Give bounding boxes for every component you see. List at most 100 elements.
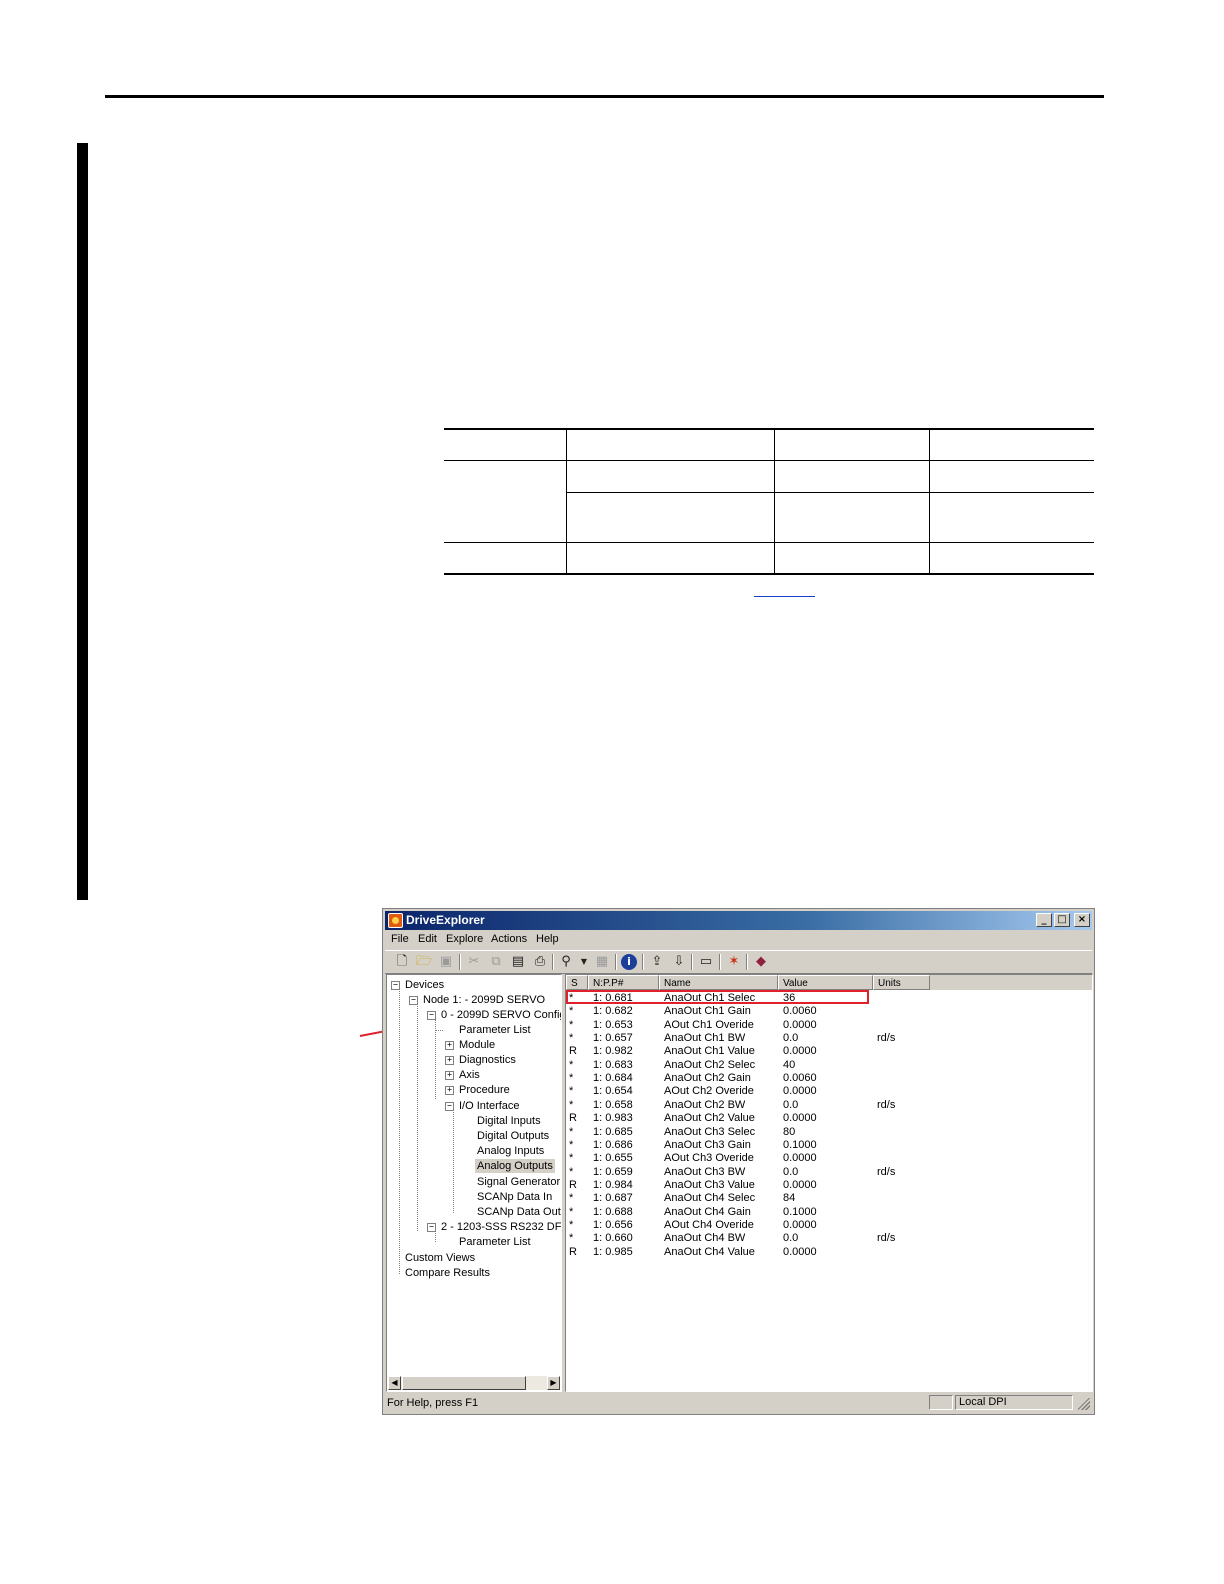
table-row[interactable]: * 1: 0.685 AnaOut Ch3 Selec 80 bbox=[566, 1126, 1092, 1139]
tree-item-signal-generator[interactable]: Signal Generator bbox=[477, 1175, 560, 1189]
tree-item-axis[interactable]: + Axis bbox=[445, 1068, 480, 1082]
table-row[interactable]: * 1: 0.659 AnaOut Ch3 BW 0.0 rd/s bbox=[566, 1166, 1092, 1179]
column-header-s[interactable]: S bbox=[566, 975, 588, 990]
tree-item-label: 0 - 2099D SERVO Config bbox=[441, 1009, 562, 1021]
document-table bbox=[444, 428, 1094, 575]
tree-item-label: 2 - 1203-SSS RS232 DF1 bbox=[441, 1221, 562, 1233]
scroll-left-arrow-icon[interactable]: ◀ bbox=[388, 1376, 401, 1390]
expand-icon[interactable]: + bbox=[445, 1086, 454, 1095]
cell-s: R bbox=[569, 1045, 577, 1058]
tree-item-module[interactable]: + Module bbox=[445, 1038, 495, 1052]
expand-icon[interactable]: + bbox=[445, 1041, 454, 1050]
column-header-npp[interactable]: N:P.P# bbox=[588, 975, 659, 990]
column-header-name[interactable]: Name bbox=[659, 975, 778, 990]
expand-icon[interactable]: + bbox=[445, 1071, 454, 1080]
close-button[interactable]: × bbox=[1074, 913, 1090, 927]
cell-s: * bbox=[569, 1018, 574, 1031]
menu-actions[interactable]: Actions bbox=[491, 933, 527, 945]
table-row[interactable]: * 1: 0.656 AOut Ch4 Overide 0.0000 bbox=[566, 1219, 1092, 1232]
table-row[interactable]: * 1: 0.687 AnaOut Ch4 Selec 84 bbox=[566, 1192, 1092, 1205]
tree-item-analog-outputs[interactable]: Analog Outputs bbox=[475, 1159, 555, 1173]
collapse-icon[interactable]: − bbox=[427, 1011, 436, 1020]
tree-item-servo-config[interactable]: − 0 - 2099D SERVO Config bbox=[427, 1008, 562, 1022]
table-row[interactable]: * 1: 0.655 AOut Ch3 Overide 0.0000 bbox=[566, 1152, 1092, 1165]
new-icon[interactable]: 🗋 bbox=[394, 954, 410, 970]
copy-icon[interactable]: ⧉ bbox=[488, 954, 504, 970]
parameter-list[interactable]: S N:P.P# Name Value Units * 1: 0.681 AnaOu… bbox=[565, 974, 1093, 1392]
table-row[interactable]: * 1: 0.658 AnaOut Ch2 BW 0.0 rd/s bbox=[566, 1099, 1092, 1112]
info-icon[interactable]: i bbox=[621, 954, 637, 970]
paste-icon[interactable]: ▤ bbox=[510, 954, 526, 970]
help-book-icon[interactable]: ◆ bbox=[753, 954, 769, 970]
table-row[interactable]: R 1: 0.982 AnaOut Ch1 Value 0.0000 bbox=[566, 1045, 1092, 1058]
column-header-value[interactable]: Value bbox=[778, 975, 873, 990]
open-icon[interactable]: 🗁 bbox=[416, 954, 432, 970]
cell-value: 40 bbox=[783, 1058, 796, 1071]
connect-icon[interactable]: ⚲ bbox=[558, 954, 574, 970]
tree-item-diagnostics[interactable]: + Diagnostics bbox=[445, 1053, 516, 1067]
cell-s: * bbox=[569, 1232, 574, 1245]
cell-npp: 1: 0.683 bbox=[593, 1058, 633, 1071]
tree-item-compare-results[interactable]: Compare Results bbox=[405, 1266, 490, 1280]
dropdown-icon[interactable]: ▼ bbox=[576, 954, 592, 970]
table-row[interactable]: * 1: 0.660 AnaOut Ch4 BW 0.0 rd/s bbox=[566, 1232, 1092, 1245]
tree-item-parameter-list-2[interactable]: Parameter List bbox=[459, 1235, 531, 1249]
upload-icon[interactable]: ⇪ bbox=[649, 954, 665, 970]
column-header-units[interactable]: Units bbox=[873, 975, 930, 990]
device-tree[interactable]: − Devices − Node 1: - 2099D SERVO − 0 - … bbox=[386, 974, 562, 1392]
menu-file[interactable]: File bbox=[391, 933, 409, 945]
download-icon[interactable]: ⇩ bbox=[671, 954, 687, 970]
table-row[interactable]: R 1: 0.983 AnaOut Ch2 Value 0.0000 bbox=[566, 1112, 1092, 1125]
collapse-icon[interactable]: − bbox=[445, 1102, 454, 1111]
monitor-icon[interactable]: ▭ bbox=[698, 954, 714, 970]
tree-item-devices[interactable]: − Devices bbox=[391, 978, 444, 992]
cell-value: 0.0 bbox=[783, 1165, 799, 1178]
scroll-right-arrow-icon[interactable]: ▶ bbox=[547, 1376, 560, 1390]
collapse-icon[interactable]: − bbox=[409, 996, 418, 1005]
menu-help[interactable]: Help bbox=[536, 933, 559, 945]
maximize-button[interactable]: □ bbox=[1054, 913, 1070, 927]
resize-grip-icon[interactable] bbox=[1078, 1398, 1090, 1410]
tree-item-custom-views[interactable]: Custom Views bbox=[405, 1251, 475, 1265]
minimize-button[interactable]: _ bbox=[1036, 913, 1052, 927]
cut-icon[interactable]: ✂ bbox=[466, 954, 482, 970]
scroll-thumb[interactable] bbox=[402, 1376, 526, 1390]
table-row[interactable]: R 1: 0.984 AnaOut Ch3 Value 0.0000 bbox=[566, 1179, 1092, 1192]
table-row[interactable]: * 1: 0.688 AnaOut Ch4 Gain 0.1000 bbox=[566, 1206, 1092, 1219]
tree-item-digital-outputs[interactable]: Digital Outputs bbox=[477, 1129, 549, 1143]
table-row[interactable]: * 1: 0.686 AnaOut Ch3 Gain 0.1000 bbox=[566, 1139, 1092, 1152]
document-link-underline[interactable] bbox=[754, 596, 815, 597]
table-row[interactable]: * 1: 0.654 AOut Ch2 Overide 0.0000 bbox=[566, 1085, 1092, 1098]
tree-item-parameter-list[interactable]: Parameter List bbox=[459, 1023, 531, 1037]
collapse-icon[interactable]: − bbox=[427, 1223, 436, 1232]
tree-item-io-interface[interactable]: − I/O Interface bbox=[445, 1099, 520, 1113]
collapse-icon[interactable]: − bbox=[391, 981, 400, 990]
table-rule bbox=[444, 428, 1094, 430]
tree-item-procedure[interactable]: + Procedure bbox=[445, 1083, 510, 1097]
cell-s: * bbox=[569, 1205, 574, 1218]
table-row[interactable]: * 1: 0.684 AnaOut Ch2 Gain 0.0060 bbox=[566, 1072, 1092, 1085]
title-bar[interactable]: DriveExplorer _ □ × bbox=[385, 911, 1092, 930]
table-row[interactable]: * 1: 0.657 AnaOut Ch1 BW 0.0 rd/s bbox=[566, 1032, 1092, 1045]
table-row[interactable]: R 1: 0.985 AnaOut Ch4 Value 0.0000 bbox=[566, 1246, 1092, 1259]
menu-explore[interactable]: Explore bbox=[446, 933, 483, 945]
table-row[interactable]: * 1: 0.683 AnaOut Ch2 Selec 40 bbox=[566, 1059, 1092, 1072]
tree-item-digital-inputs[interactable]: Digital Inputs bbox=[477, 1114, 541, 1128]
properties-icon[interactable]: ▦ bbox=[594, 954, 610, 970]
menu-edit[interactable]: Edit bbox=[418, 933, 437, 945]
tree-item-scanp-data-out[interactable]: SCANp Data Out bbox=[477, 1205, 561, 1219]
expand-icon[interactable]: + bbox=[445, 1056, 454, 1065]
tree-item-analog-inputs[interactable]: Analog Inputs bbox=[477, 1144, 544, 1158]
tree-item-node1[interactable]: − Node 1: - 2099D SERVO bbox=[409, 993, 545, 1007]
cell-name: AnaOut Ch4 Value bbox=[664, 1245, 755, 1258]
highlight-box bbox=[566, 990, 869, 1004]
table-row[interactable]: * 1: 0.682 AnaOut Ch1 Gain 0.0060 bbox=[566, 1005, 1092, 1018]
tree-horizontal-scrollbar[interactable]: ◀ ▶ bbox=[388, 1376, 560, 1390]
tree-item-scanp-data-in[interactable]: SCANp Data In bbox=[477, 1190, 552, 1204]
cell-npp: 1: 0.984 bbox=[593, 1178, 633, 1191]
table-row[interactable]: * 1: 0.653 AOut Ch1 Overide 0.0000 bbox=[566, 1019, 1092, 1032]
print-icon[interactable]: ⎙ bbox=[532, 954, 548, 970]
tree-item-rs232-df1[interactable]: − 2 - 1203-SSS RS232 DF1 bbox=[427, 1220, 562, 1234]
wizard-icon[interactable]: ✶ bbox=[726, 954, 742, 970]
save-icon[interactable]: ▣ bbox=[438, 954, 454, 970]
